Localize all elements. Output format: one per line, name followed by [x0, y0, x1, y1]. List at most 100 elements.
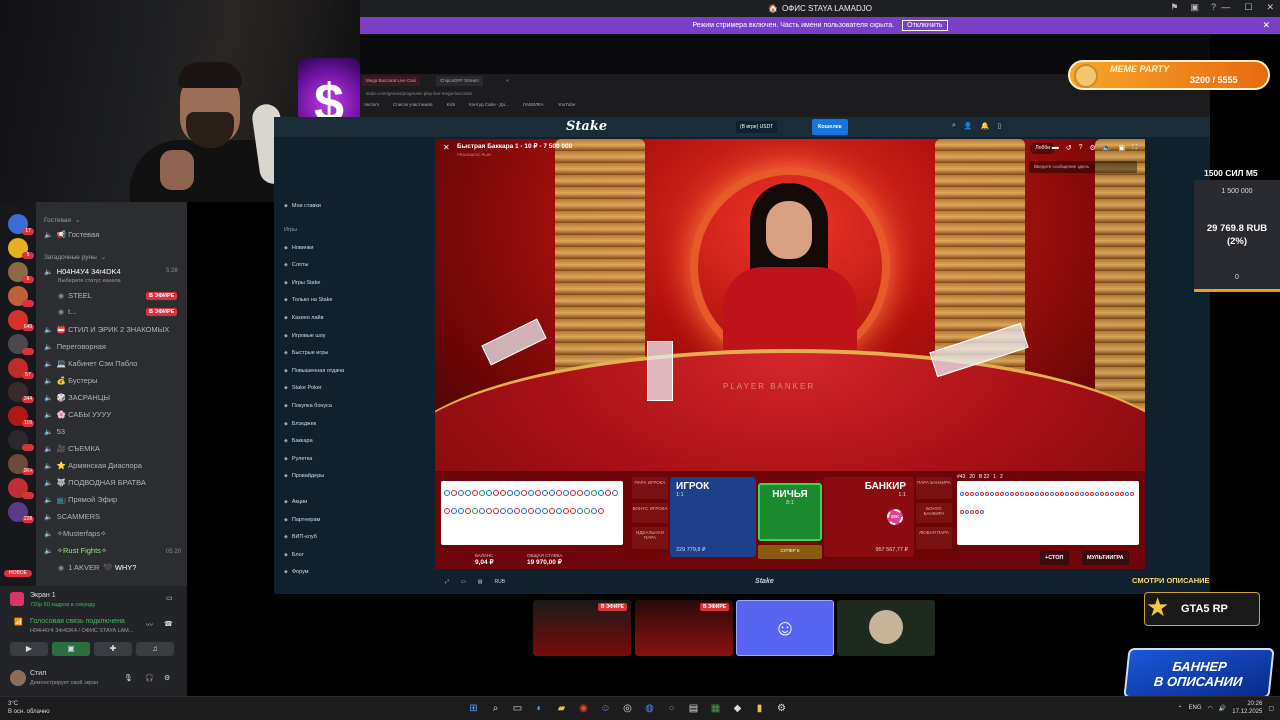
- settings-gear-icon[interactable]: ⚙: [164, 674, 170, 682]
- disconnect-icon[interactable]: ☎: [164, 620, 173, 628]
- nav-item[interactable]: ◆ Stake Poker: [284, 385, 322, 391]
- channel-item[interactable]: 🔈 🌸 САБЫ УУУУ: [44, 410, 111, 419]
- currency-selector[interactable]: RUB: [494, 579, 505, 585]
- channel-item[interactable]: 🔈 SCAMMERS: [44, 512, 100, 521]
- category-hidden[interactable]: Загадочные руны ⌄: [44, 253, 106, 262]
- user-icon[interactable]: 👤: [964, 122, 973, 130]
- bookmark-item[interactable]: YouTube: [558, 102, 576, 107]
- language-indicator[interactable]: ENG: [1189, 705, 1202, 711]
- channel-item[interactable]: 🔈 💻 Кабинет Сэм Пабло: [44, 359, 137, 368]
- headphones-icon[interactable]: 🎧: [145, 674, 154, 682]
- bookmark-item[interactable]: Контур.Сайн - До...: [469, 102, 509, 107]
- nav-item[interactable]: ◆ Блэкджек: [284, 421, 316, 427]
- balance-selector[interactable]: (В игре) USDT: [736, 121, 778, 133]
- multigame-button[interactable]: МУЛЬТИИГРА: [1082, 551, 1129, 565]
- weather-widget[interactable]: 3°C В осн. облачно: [8, 700, 50, 716]
- theater-icon[interactable]: ▣: [1118, 144, 1125, 152]
- super6-spot[interactable]: СУПЕР 6: [758, 545, 822, 559]
- stake-logo[interactable]: Stake: [566, 119, 607, 134]
- maximize-button[interactable]: ☐: [1244, 2, 1252, 13]
- settings-icon[interactable]: ⚙: [1089, 144, 1095, 152]
- fullscreen-icon[interactable]: ⛶: [1132, 144, 1137, 152]
- inbox-icon[interactable]: ▣: [1190, 2, 1199, 13]
- banker-pair-spot[interactable]: ПАРА БАНКИРА: [916, 477, 952, 499]
- nav-item[interactable]: ◆ Повышенная отдача: [284, 368, 344, 374]
- channel-item[interactable]: 🔈 ✧Rust Fights✧: [44, 546, 107, 555]
- close-game-icon[interactable]: ✕: [443, 143, 450, 152]
- nav-item[interactable]: ◆ Новинки: [284, 245, 313, 251]
- bookmark-item[interactable]: Vectors: [364, 102, 379, 107]
- volume-icon[interactable]: 🔈: [1103, 144, 1112, 152]
- steam-icon[interactable]: ◆: [730, 701, 745, 716]
- channel-item-active[interactable]: 🔈 Н04Н4У4 34r4DK4: [44, 267, 121, 276]
- help-icon[interactable]: ?: [1079, 144, 1083, 152]
- nav-item[interactable]: ◆ Акции: [284, 499, 307, 505]
- banker-bonus-spot[interactable]: БОНУС БАНКИРА: [916, 503, 952, 523]
- tie-bet-spot[interactable]: НИЧЬЯ 8:1: [758, 483, 822, 541]
- stop-button[interactable]: +СТОП: [1040, 551, 1069, 565]
- nav-item[interactable]: ◆ Только на Stake: [284, 297, 333, 303]
- nav-item[interactable]: ◆ Блог: [284, 552, 304, 558]
- wifi-icon[interactable]: ◠: [1208, 705, 1213, 712]
- nav-item[interactable]: ◆ Рулетка: [284, 456, 312, 462]
- close-tab-icon[interactable]: ×: [502, 76, 513, 86]
- category-guest[interactable]: Гостевая ⌄: [44, 216, 80, 225]
- bookmark-item[interactable]: Kick: [447, 102, 456, 107]
- terminal-icon[interactable]: ▤: [686, 701, 701, 716]
- channel-item[interactable]: 🔈 📢 Гостевая: [44, 230, 99, 239]
- task-view-icon[interactable]: ▭: [510, 701, 525, 716]
- game-title[interactable]: Быстрая Баккара 1 - 10 ₽ - 7 500 000: [457, 142, 572, 150]
- channel-item[interactable]: 🔈 🎥 СЪЕМКА: [44, 444, 100, 453]
- stream-thumbnail[interactable]: В ЭФИРЕ: [635, 600, 733, 656]
- browser-tab[interactable]: ChipcoOFF Stream: [436, 76, 483, 86]
- stats-icon[interactable]: ▤: [478, 579, 483, 585]
- player-bet-spot[interactable]: ИГРОК 1:1 229 779,8 ₽: [670, 477, 756, 557]
- wallet-button[interactable]: Кошелек: [812, 119, 848, 135]
- nav-item[interactable]: ◆ Форум: [284, 569, 309, 575]
- pin-icon[interactable]: ⚑: [1170, 2, 1178, 13]
- channel-item[interactable]: 🔈 📺 Прямой Эфир: [44, 495, 117, 504]
- browser-icon[interactable]: ◍: [642, 701, 657, 716]
- close-notice-icon[interactable]: ✕: [1262, 20, 1270, 31]
- nav-item[interactable]: ◆ Покупка бонуса: [284, 403, 332, 409]
- start-icon[interactable]: ⊞: [466, 701, 481, 716]
- bet-chip[interactable]: 10K: [887, 509, 903, 525]
- participant-tile[interactable]: [837, 600, 935, 656]
- edge-icon[interactable]: ◐: [532, 701, 547, 716]
- clock[interactable]: 20:26 17.12.2025: [1232, 700, 1262, 716]
- history-icon[interactable]: ↺: [1066, 144, 1072, 152]
- tray-arrow-icon[interactable]: ⌃: [1178, 705, 1183, 712]
- app-icon[interactable]: ○: [664, 701, 679, 716]
- bookmark-item[interactable]: ЛАВИЛКА: [523, 102, 544, 107]
- nav-item[interactable]: ◆ Игры Stake: [284, 280, 320, 286]
- noise-suppression-icon[interactable]: 〰: [146, 620, 153, 630]
- channel-item[interactable]: 🔈 53: [44, 427, 65, 436]
- settings-icon[interactable]: ⚙: [774, 701, 789, 716]
- nav-item[interactable]: ◆ Казино лайв: [284, 315, 324, 321]
- close-button[interactable]: ✕: [1266, 2, 1274, 13]
- help-icon[interactable]: ?: [1211, 2, 1216, 13]
- obs-icon[interactable]: ◎: [620, 701, 635, 716]
- nav-item[interactable]: ◆ Быстрые игры: [284, 350, 328, 356]
- camera-button[interactable]: ▶: [10, 642, 48, 656]
- voice-member[interactable]: ◉ STEEL: [58, 291, 92, 300]
- user-avatar[interactable]: [10, 670, 26, 686]
- nav-item[interactable]: ◆ Партнерам: [284, 517, 320, 523]
- perfect-pair-spot[interactable]: ИДЕАЛЬНАЯ ПАРА: [632, 527, 668, 549]
- notification-icon[interactable]: ▢: [1268, 705, 1274, 712]
- player-pair-spot[interactable]: ПАРА ИГРОКА: [632, 477, 668, 499]
- stream-thumbnail[interactable]: В ЭФИРЕ: [533, 600, 631, 656]
- bookmark-item[interactable]: Список участников: [393, 102, 433, 107]
- disable-streamer-mode-button[interactable]: Отключить: [902, 20, 948, 31]
- bell-icon[interactable]: 🔔: [981, 122, 990, 130]
- channel-item[interactable]: 🔈 Переговорная: [44, 342, 106, 351]
- channel-item[interactable]: 🔈 📛 СТИЛ И ЭРИК 2 ЗНАКОМЫХ: [44, 325, 169, 334]
- browser-tab[interactable]: Mega Baccarat Live Casi: [362, 76, 421, 86]
- nav-category[interactable]: Игры: [284, 227, 297, 233]
- nav-item[interactable]: ◆ Провайдеры: [284, 473, 324, 479]
- player-bonus-spot[interactable]: БОНУС ИГРОКА: [632, 503, 668, 523]
- discord-taskbar-icon[interactable]: ☺: [598, 701, 613, 716]
- explorer-icon[interactable]: ▰: [554, 701, 569, 716]
- chat-input[interactable]: Введите сообщение здесь: [1029, 161, 1137, 173]
- either-pair-spot[interactable]: ЛЮБАЯ ПАРА: [916, 527, 952, 549]
